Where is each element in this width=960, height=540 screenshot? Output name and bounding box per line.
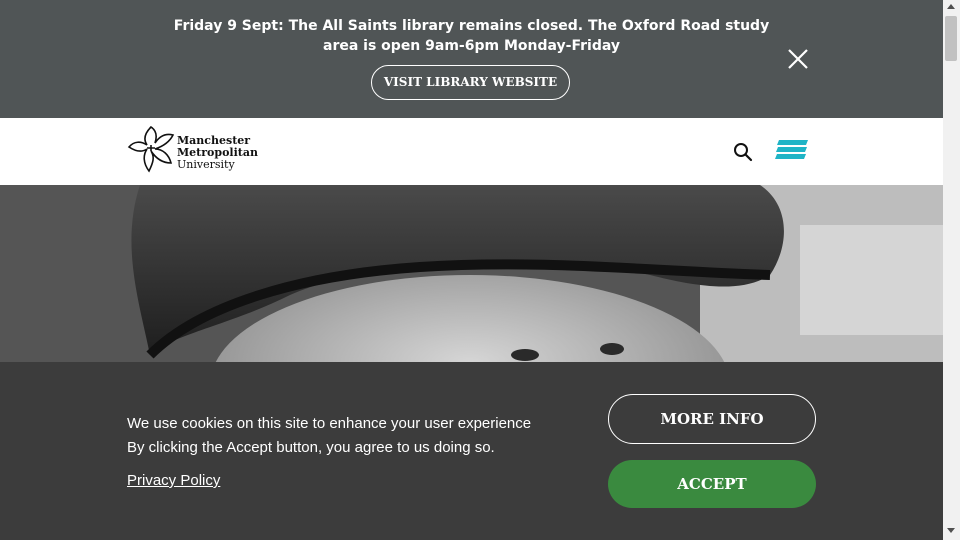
close-icon[interactable] [785, 46, 811, 72]
logo-line-3: University [177, 158, 235, 171]
alert-message: Friday 9 Sept: The All Saints library re… [173, 18, 770, 54]
cookie-line-2: By clicking the Accept button, you agree… [127, 439, 495, 456]
hero-image [0, 185, 943, 362]
visit-library-button[interactable]: VISIT LIBRARY WEBSITE [371, 65, 570, 100]
search-icon[interactable] [732, 141, 754, 163]
scrollbar-thumb[interactable] [945, 16, 957, 61]
cookie-banner: We use cookies on this site to enhance y… [0, 362, 943, 540]
logo-text: Manchester Metropolitan University [177, 135, 258, 171]
scroll-down-arrow-icon[interactable] [947, 528, 955, 533]
privacy-policy-link[interactable]: Privacy Policy [127, 472, 220, 489]
page: Friday 9 Sept: The All Saints library re… [0, 0, 943, 540]
vertical-scrollbar[interactable] [943, 0, 960, 540]
university-logo[interactable]: Manchester Metropolitan University [127, 125, 267, 177]
hamburger-menu-icon[interactable] [774, 138, 810, 162]
alert-banner: Friday 9 Sept: The All Saints library re… [0, 0, 943, 118]
cookie-line-1: We use cookies on this site to enhance y… [127, 415, 532, 432]
logo-mark-icon [127, 125, 175, 175]
more-info-button[interactable]: MORE INFO [608, 394, 816, 444]
accept-button[interactable]: ACCEPT [608, 460, 816, 508]
cookie-message: We use cookies on this site to enhance y… [127, 412, 531, 460]
site-header: Manchester Metropolitan University [0, 118, 943, 185]
hero-photo [0, 185, 943, 362]
scroll-up-arrow-icon[interactable] [947, 4, 955, 9]
